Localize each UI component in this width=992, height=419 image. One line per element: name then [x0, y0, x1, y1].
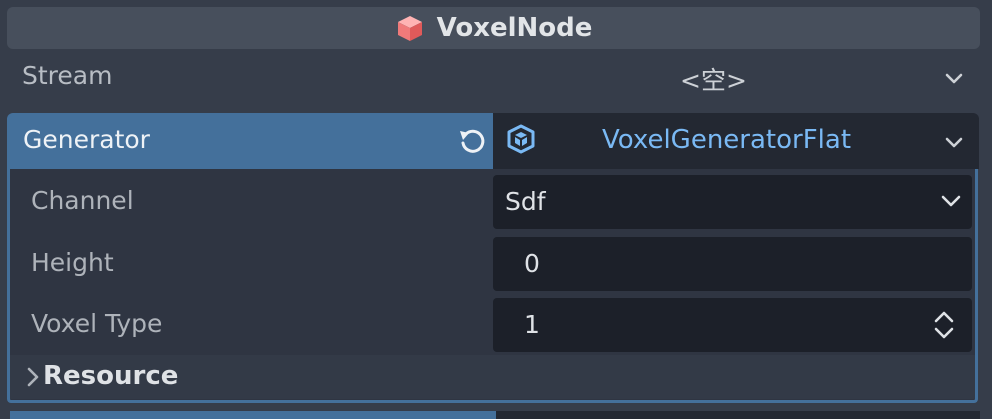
height-value: 0 — [524, 249, 540, 278]
property-label-channel: Channel — [31, 186, 134, 215]
voxel-type-value: 1 — [524, 310, 540, 339]
channel-dropdown[interactable]: Sdf — [493, 175, 972, 229]
resource-group-toggle[interactable]: Resource — [10, 355, 975, 399]
height-number-input[interactable]: 0 — [493, 237, 972, 291]
generator-label-cell[interactable]: Generator — [7, 113, 493, 169]
chevron-right-icon — [27, 367, 39, 387]
next-row-value-strip — [496, 411, 980, 419]
generator-value: VoxelGeneratorFlat — [602, 125, 852, 155]
generator-resource-picker[interactable]: VoxelGeneratorFlat — [493, 113, 979, 169]
voxel-node-cube-icon — [397, 16, 422, 41]
property-label-stream: Stream — [22, 61, 113, 90]
voxel-type-spinbox[interactable]: 1 — [493, 298, 972, 352]
inspector-section-header: VoxelNode — [7, 7, 980, 49]
next-row-label-strip — [10, 411, 496, 419]
generator-cube-icon — [507, 124, 535, 154]
property-label-height: Height — [31, 248, 114, 277]
property-row-stream: Stream <空> — [0, 49, 992, 107]
chevron-down-icon[interactable] — [943, 131, 965, 153]
property-row-channel: Channel Sdf — [10, 172, 978, 232]
property-row-generator: Generator VoxelGeneratorFlat — [0, 113, 992, 169]
chevron-down-icon — [941, 195, 961, 207]
stream-resource-picker[interactable]: <空> — [680, 61, 747, 97]
section-title: VoxelNode — [436, 13, 593, 43]
chevron-down-icon[interactable] — [943, 67, 965, 89]
resource-group-label: Resource — [43, 361, 179, 391]
property-label-generator: Generator — [23, 125, 150, 154]
revert-icon[interactable] — [456, 126, 488, 156]
spin-updown-icon[interactable] — [933, 309, 955, 341]
channel-value: Sdf — [505, 187, 546, 216]
generator-subresource-panel: Channel Sdf Height 0 Voxel Type 1 Resour… — [7, 169, 978, 403]
property-row-height: Height 0 — [10, 234, 978, 294]
property-row-voxel-type: Voxel Type 1 — [10, 295, 978, 355]
property-label-voxel-type: Voxel Type — [31, 309, 163, 338]
